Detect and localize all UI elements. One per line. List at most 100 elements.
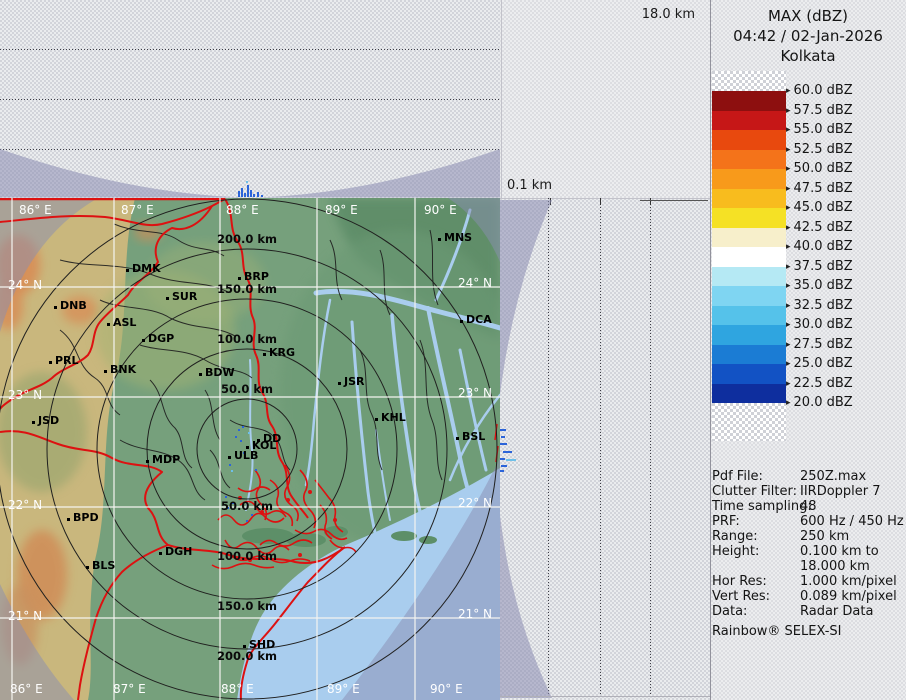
top-panel-artwork: [0, 50, 500, 198]
scale-label: ▸35.0 dBZ: [786, 279, 853, 293]
scale-band-3: [712, 150, 786, 170]
metadata-label: Vert Res:: [712, 589, 770, 604]
software-brand: Rainbow® SELEX-SI: [712, 624, 904, 639]
scale-label: ▸52.5 dBZ: [786, 143, 853, 157]
metadata-row: Height: 0.100 km to: [712, 544, 904, 559]
scale-tick-arrow: ▸: [786, 125, 791, 135]
color-scale: [712, 71, 786, 441]
metadata-value: 250 km: [800, 529, 849, 544]
scale-label-text: 42.5 dBZ: [794, 220, 853, 235]
scale-tick-arrow: ▸: [786, 340, 791, 350]
scale-label: ▸30.0 dBZ: [786, 318, 853, 332]
metadata-label: PRF:: [712, 514, 740, 529]
metadata-row: Clutter Filter:IIRDoppler 7: [712, 484, 904, 499]
scale-label-text: 37.5 dBZ: [794, 259, 853, 274]
scale-tick-arrow: ▸: [786, 184, 791, 194]
scale-label-text: 45.0 dBZ: [794, 200, 853, 215]
scale-label-text: 60.0 dBZ: [794, 83, 853, 98]
metadata-label: Pdf File:: [712, 469, 763, 484]
scale-label: ▸47.5 dBZ: [786, 182, 853, 196]
scale-label: ▸37.5 dBZ: [786, 260, 853, 274]
metadata-row: Vert Res: 0.089 km/pixel: [712, 589, 904, 604]
scale-label-text: 57.5 dBZ: [794, 103, 853, 118]
scale-band-9: [712, 267, 786, 287]
scale-tick-arrow: ▸: [786, 398, 791, 408]
metadata-value: 1.000 km/pixel: [800, 574, 897, 589]
map-artwork: [0, 198, 520, 700]
scale-band-12: [712, 325, 786, 345]
metadata-label: Height:: [712, 544, 759, 559]
scale-label-text: 35.0 dBZ: [794, 278, 853, 293]
metadata-row: Time sampling:48: [712, 499, 904, 514]
scale-tick-arrow: ▸: [786, 203, 791, 213]
scale-band-7: [712, 228, 786, 248]
height-axis-min-label: 0.1 km: [507, 178, 552, 193]
legend-header: MAX (dBZ) 04:42 / 02-Jan-2026 Kolkata: [712, 6, 904, 66]
scale-band-13: [712, 345, 786, 365]
scale-band-0: [712, 91, 786, 111]
metadata-row: PRF: 600 Hz / 450 Hz: [712, 514, 904, 529]
scale-overflow-top: [712, 71, 786, 91]
scale-label-text: 40.0 dBZ: [794, 239, 853, 254]
scale-label-text: 22.5 dBZ: [794, 376, 853, 391]
scale-tick-arrow: ▸: [786, 145, 791, 155]
metadata-label: Range:: [712, 529, 758, 544]
metadata-row: Hor Res: 1.000 km/pixel: [712, 574, 904, 589]
scale-label: ▸50.0 dBZ: [786, 162, 853, 176]
scale-label-text: 32.5 dBZ: [794, 298, 853, 313]
scale-band-1: [712, 111, 786, 131]
scale-label: ▸55.0 dBZ: [786, 123, 853, 137]
scale-tick-arrow: ▸: [786, 320, 791, 330]
scale-tick-arrow: ▸: [786, 301, 791, 311]
metadata-label: Clutter Filter:: [712, 484, 797, 499]
scale-band-10: [712, 286, 786, 306]
scale-label-text: 47.5 dBZ: [794, 181, 853, 196]
scale-label: ▸57.5 dBZ: [786, 104, 853, 118]
scale-band-8: [712, 247, 786, 267]
scale-tick-arrow: ▸: [786, 242, 791, 252]
scale-label-text: 52.5 dBZ: [794, 142, 853, 157]
scale-label: ▸42.5 dBZ: [786, 221, 853, 235]
metadata-value: 48: [800, 499, 817, 514]
scale-label-text: 25.0 dBZ: [794, 356, 853, 371]
scale-band-15: [712, 384, 786, 404]
scale-tick-arrow: ▸: [786, 379, 791, 389]
metadata-value: 250Z.max: [800, 469, 866, 484]
metadata-value: 0.100 km to: [800, 544, 879, 559]
scale-label: ▸22.5 dBZ: [786, 377, 853, 391]
scale-label-text: 30.0 dBZ: [794, 317, 853, 332]
side-panel-artwork: [500, 198, 710, 698]
scale-label: ▸27.5 dBZ: [786, 338, 853, 352]
metadata-value: 0.089 km/pixel: [800, 589, 897, 604]
scale-label: ▸60.0 dBZ: [786, 84, 853, 98]
scale-tick-arrow: ▸: [786, 359, 791, 369]
product-datetime: 04:42 / 02-Jan-2026: [712, 26, 904, 46]
metadata-value: IIRDoppler 7: [800, 484, 881, 499]
metadata-value: 600 Hz / 450 Hz: [800, 514, 904, 529]
scale-label: ▸20.0 dBZ: [786, 396, 853, 410]
scale-label-text: 55.0 dBZ: [794, 122, 853, 137]
scale-tick-arrow: ▸: [786, 262, 791, 272]
metadata-row: Range: 250 km: [712, 529, 904, 544]
radar-display-window: 18.0 km 0.1 km MAX (dBZ) 04:42 / 02-Jan-…: [0, 0, 906, 700]
scale-band-14: [712, 364, 786, 384]
scale-label-text: 27.5 dBZ: [794, 337, 853, 352]
scale-label: ▸45.0 dBZ: [786, 201, 853, 215]
metadata-value-cont: 18.000 km: [800, 559, 906, 574]
scale-band-6: [712, 208, 786, 228]
scale-label-text: 20.0 dBZ: [794, 395, 853, 410]
station-name: Kolkata: [712, 46, 904, 66]
scale-band-2: [712, 130, 786, 150]
scale-band-5: [712, 189, 786, 209]
metadata-label: Hor Res:: [712, 574, 767, 589]
scale-label: ▸32.5 dBZ: [786, 299, 853, 313]
scale-label: ▸25.0 dBZ: [786, 357, 853, 371]
product-title: MAX (dBZ): [712, 6, 904, 26]
scale-tick-arrow: ▸: [786, 106, 791, 116]
metadata-label: Time sampling:: [712, 499, 812, 514]
metadata-rows: Pdf File: 250Z.maxClutter Filter:IIRDoppl…: [712, 469, 904, 619]
metadata-row: Pdf File: 250Z.max: [712, 469, 904, 484]
metadata-label: Data:: [712, 604, 747, 619]
scale-tick-arrow: ▸: [786, 281, 791, 291]
scale-label-text: 50.0 dBZ: [794, 161, 853, 176]
